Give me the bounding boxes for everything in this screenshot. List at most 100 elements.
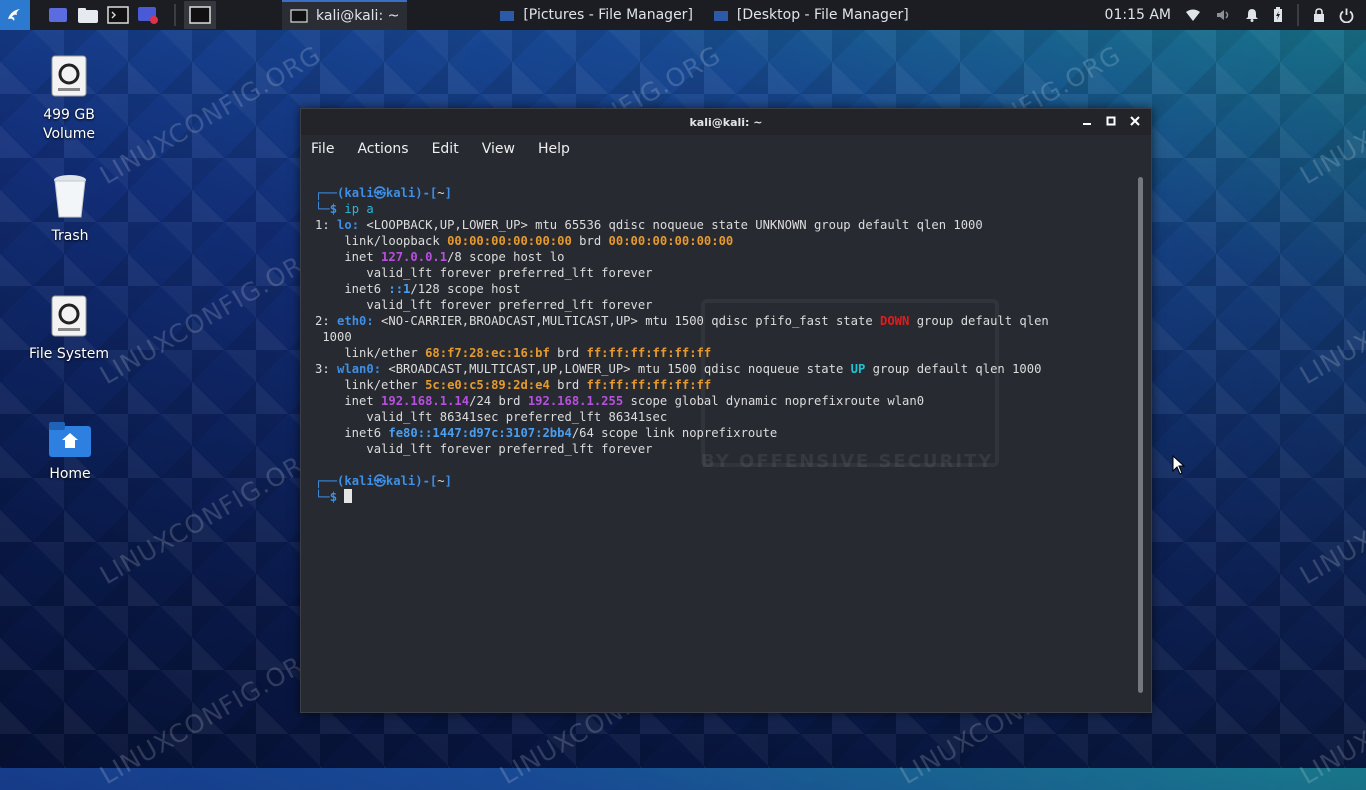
terminal-text: 2: xyxy=(315,314,338,328)
terminal-text: <LOOPBACK,UP,LOWER_UP> mtu 65536 qdisc n… xyxy=(359,218,983,232)
folder-icon xyxy=(78,8,98,23)
terminal-line: valid_lft forever preferred_lft forever xyxy=(315,441,1127,457)
battery-icon[interactable] xyxy=(1273,7,1283,23)
system-tray: 01:15 AM xyxy=(1105,4,1366,26)
terminal-text: 00:00:00:00:00:00 xyxy=(447,234,572,248)
workspace-switcher[interactable] xyxy=(184,1,216,29)
terminal-text: valid_lft forever preferred_lft forever xyxy=(315,442,653,456)
terminal-text: wlan0: xyxy=(337,362,382,376)
terminal-text: ┌──( xyxy=(315,474,345,488)
terminal-text: kali㉿kali xyxy=(344,186,416,200)
task-pictures-file-manager[interactable]: [Pictures - File Manager] xyxy=(491,0,701,30)
show-desktop-button[interactable] xyxy=(46,4,70,26)
terminal-launcher[interactable] xyxy=(106,4,130,26)
terminal-text: /128 scope host xyxy=(410,282,521,296)
maximize-icon[interactable] xyxy=(1103,113,1119,129)
watermark-text: LINUXCONFIG.ORG xyxy=(1295,440,1366,591)
terminal-text: 127.0.0.1 xyxy=(381,250,448,264)
terminal-line: valid_lft 86341sec preferred_lft 86341se… xyxy=(315,409,1127,425)
terminal-text: valid_lft 86341sec preferred_lft 86341se… xyxy=(315,410,668,424)
terminal-text: ip a xyxy=(344,202,374,216)
terminal-text: fe80::1447:d97c:3107:2bb4 xyxy=(388,426,572,440)
terminal-text: └─ xyxy=(315,202,330,216)
terminal-text: /64 scope link noprefixroute xyxy=(571,426,778,440)
terminal-text: brd xyxy=(549,346,587,360)
terminal-text: valid_lft forever preferred_lft forever xyxy=(315,298,653,312)
desktop-icon-label: File System xyxy=(28,346,110,362)
terminal-text: )-[ xyxy=(415,474,438,488)
terminal-text: scope global dynamic noprefixroute wlan0 xyxy=(623,394,925,408)
kali-dragon-icon xyxy=(8,9,20,21)
terminal-line: valid_lft forever preferred_lft forever xyxy=(315,297,1127,313)
desktop-icon-volume[interactable]: 499 GB Volume xyxy=(24,54,114,144)
kali-menu-button[interactable] xyxy=(0,0,30,30)
terminal-text: group default qlen xyxy=(909,314,1049,328)
terminal-text: 192.168.1.255 xyxy=(527,394,624,408)
terminal-text: DOWN xyxy=(880,314,910,328)
terminal-scrollbar[interactable] xyxy=(1138,177,1143,693)
home-folder-icon xyxy=(49,422,91,457)
terminal-text: ::1 xyxy=(388,282,411,296)
terminal-text: /8 scope host lo xyxy=(447,250,565,264)
power-icon[interactable] xyxy=(1339,8,1354,23)
terminal-text: 00:00:00:00:00:00 xyxy=(608,234,734,248)
tray-separator xyxy=(1297,4,1299,26)
terminal-text: ~ xyxy=(437,186,445,200)
terminal-task-icon xyxy=(290,9,308,23)
lock-icon[interactable] xyxy=(1313,7,1325,23)
minimize-icon[interactable] xyxy=(1079,113,1095,129)
terminal-window[interactable]: kali@kali: ~ File Actions Edit View Help… xyxy=(300,108,1152,713)
mouse-cursor-icon xyxy=(1172,455,1186,475)
menu-edit[interactable]: Edit xyxy=(432,141,459,157)
menu-actions[interactable]: Actions xyxy=(357,141,408,157)
terminal-line: inet6 ::1/128 scope host xyxy=(315,281,1127,297)
task-terminal[interactable]: kali@kali: ~ xyxy=(282,0,408,30)
menu-file[interactable]: File xyxy=(311,141,334,157)
watermark-text: LINUXCONFIG.ORG xyxy=(95,440,326,591)
screen-recorder-launcher[interactable] xyxy=(136,4,160,26)
terminal-text: link/ether xyxy=(315,378,426,392)
terminal-line: 1000 xyxy=(315,329,1127,345)
desktop-icon-home[interactable]: Home xyxy=(25,420,115,482)
terminal-line: ┌──(kali㉿kali)-[~] xyxy=(315,185,1127,201)
terminal-output[interactable]: ┌──(kali㉿kali)-[~] └─$ ip a 1: lo: <LOOPBA… xyxy=(315,185,1127,702)
desktop-icon-label: 499 GB Volume xyxy=(42,107,96,142)
clock[interactable]: 01:15 AM xyxy=(1105,7,1171,23)
terminal-text: 192.168.1.14 xyxy=(381,394,470,408)
terminal-text: ] xyxy=(444,186,452,200)
terminal-line: link/ether 5c:e0:c5:89:2d:e4 brd ff:ff:f… xyxy=(315,377,1127,393)
watermark-text: LINUXCONFIG.ORG xyxy=(95,40,326,191)
terminal-line: link/ether 68:f7:28:ec:16:bf brd ff:ff:f… xyxy=(315,345,1127,361)
taskbar-separator xyxy=(174,4,176,26)
volume-icon[interactable] xyxy=(1215,8,1231,22)
terminal-line: inet 127.0.0.1/8 scope host lo xyxy=(315,249,1127,265)
terminal-text: $ xyxy=(329,490,345,504)
desktop-icon-label: Home xyxy=(49,466,91,482)
terminal-text: ~ xyxy=(437,474,445,488)
terminal-text: )-[ xyxy=(415,186,438,200)
wifi-icon[interactable] xyxy=(1185,8,1201,22)
folder-task-icon xyxy=(713,11,728,21)
desktop-icon-label: Trash xyxy=(51,228,89,244)
desktop-icon-filesystem[interactable]: File System xyxy=(24,294,114,362)
menu-view[interactable]: View xyxy=(482,141,515,157)
task-desktop-file-manager[interactable]: [Desktop - File Manager] xyxy=(705,0,917,30)
terminal-text: lo: xyxy=(337,218,360,232)
menu-help[interactable]: Help xyxy=(538,141,570,157)
watermark-text: LINUXCONFIG.ORG xyxy=(95,240,326,391)
terminal-text: ┌──( xyxy=(315,186,345,200)
terminal-text: 1000 xyxy=(315,330,352,344)
window-titlebar[interactable]: kali@kali: ~ xyxy=(301,109,1151,135)
file-manager-launcher[interactable] xyxy=(76,4,100,26)
close-icon[interactable] xyxy=(1127,113,1143,129)
notification-bell-icon[interactable] xyxy=(1245,8,1259,22)
task-label: kali@kali: ~ xyxy=(316,8,400,24)
terminal-text: ff:ff:ff:ff:ff:ff xyxy=(586,378,712,392)
desktop-icon-trash[interactable]: Trash xyxy=(25,174,115,244)
terminal-text: └─ xyxy=(315,490,330,504)
terminal-line: 1: lo: <LOOPBACK,UP,LOWER_UP> mtu 65536 … xyxy=(315,217,1127,233)
terminal-text: <BROADCAST,MULTICAST,UP,LOWER_UP> mtu 15… xyxy=(381,362,851,376)
terminal-icon xyxy=(107,6,129,24)
task-label: [Pictures - File Manager] xyxy=(523,7,693,23)
